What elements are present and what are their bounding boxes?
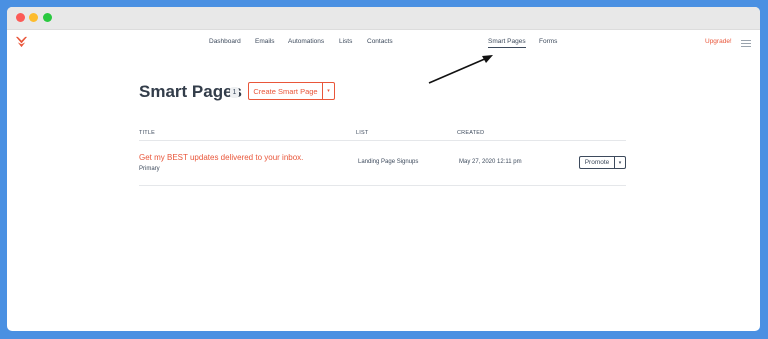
- smart-page-created: May 27, 2020 12:11 pm: [459, 159, 522, 165]
- create-smart-page-label: Create Smart Page: [253, 86, 318, 96]
- close-window-button[interactable]: [16, 13, 25, 22]
- nav-item-emails[interactable]: Emails: [255, 38, 275, 45]
- upgrade-link[interactable]: Upgrade!: [705, 38, 732, 45]
- page-title: Smart Pages: [139, 82, 242, 101]
- nav-item-dashboard[interactable]: Dashboard: [209, 38, 241, 45]
- table-header-divider: [139, 140, 626, 141]
- nav-item-smart-pages[interactable]: Smart Pages: [488, 38, 526, 48]
- logo-icon[interactable]: [15, 35, 28, 48]
- column-header-created: CREATED: [457, 130, 485, 136]
- nav-item-automations[interactable]: Automations: [288, 38, 324, 45]
- maximize-window-button[interactable]: [43, 13, 52, 22]
- nav-item-contacts[interactable]: Contacts: [367, 38, 393, 45]
- caret-down-icon[interactable]: ▾: [322, 83, 334, 99]
- smart-page-list: Landing Page Signups: [358, 159, 419, 165]
- smart-page-subtitle: Primary: [139, 166, 160, 172]
- promote-button[interactable]: Promote ▾: [579, 156, 626, 169]
- table-row-divider: [139, 185, 626, 186]
- smart-page-title-link[interactable]: Get my BEST updates delivered to your in…: [139, 153, 303, 162]
- nav-item-lists[interactable]: Lists: [339, 38, 352, 45]
- page-count-badge: 1: [230, 87, 239, 98]
- create-smart-page-button[interactable]: Create Smart Page ▾: [248, 82, 335, 100]
- promote-label: Promote: [584, 159, 610, 166]
- caret-down-icon[interactable]: ▾: [614, 157, 625, 168]
- column-header-list: LIST: [356, 130, 369, 136]
- nav-item-forms[interactable]: Forms: [539, 38, 557, 45]
- column-header-title: TITLE: [139, 130, 155, 136]
- annotation-arrow-icon: [428, 55, 493, 84]
- window-titlebar: [7, 7, 760, 30]
- top-navigation: Dashboard Emails Automations Lists Conta…: [7, 29, 760, 55]
- menu-icon[interactable]: [741, 40, 751, 47]
- minimize-window-button[interactable]: [29, 13, 38, 22]
- browser-window: Dashboard Emails Automations Lists Conta…: [7, 7, 760, 331]
